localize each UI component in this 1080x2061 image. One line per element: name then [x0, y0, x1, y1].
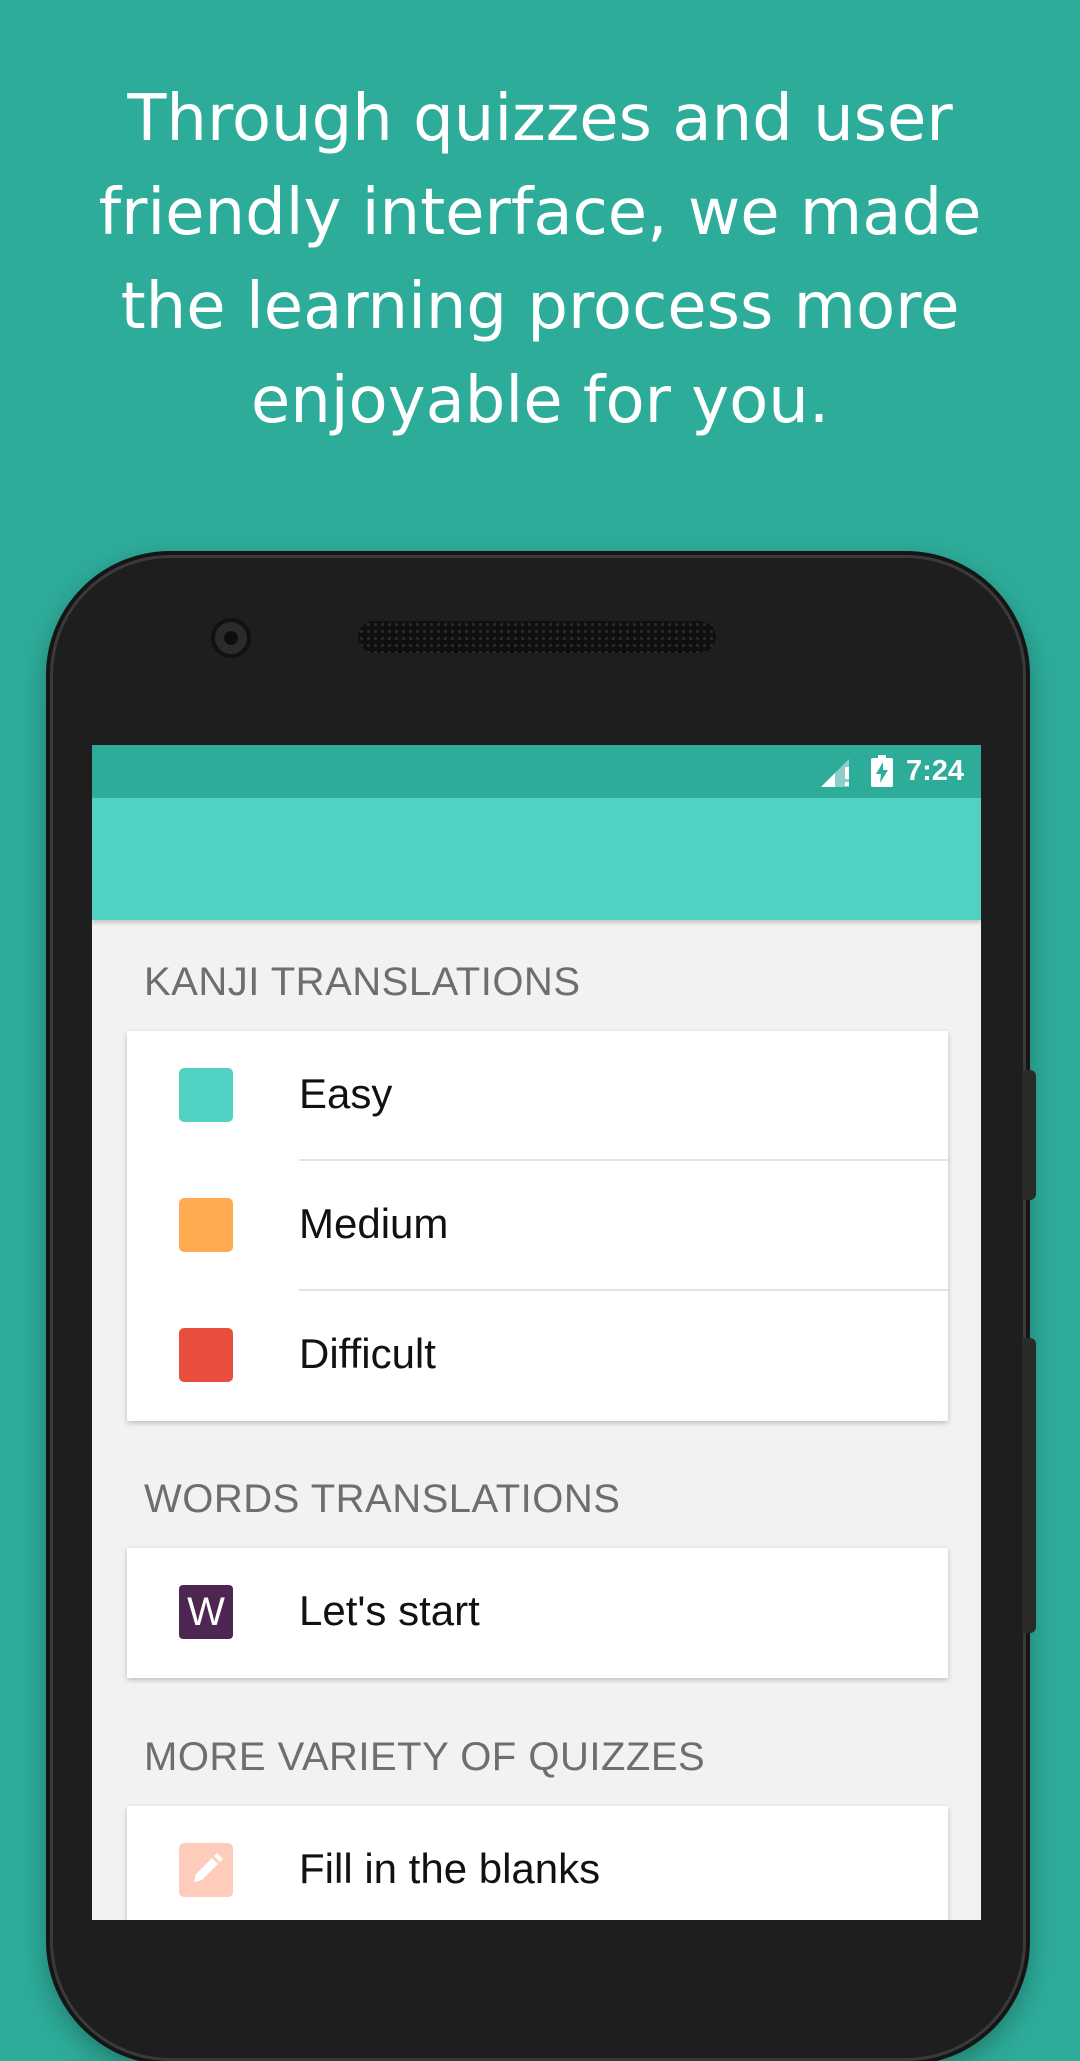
list-item-label: Difficult — [299, 1330, 436, 1377]
list-item-difficult[interactable]: Difficult — [127, 1291, 948, 1421]
status-time: 7:24 — [905, 755, 964, 787]
phone-side-button — [1022, 1070, 1036, 1200]
section-header-more-quizzes: MORE VARIETY OF QUIZZES — [144, 1735, 706, 1779]
words-card: W Let's start — [127, 1548, 948, 1678]
list-item-medium[interactable]: Medium — [127, 1161, 948, 1291]
difficult-level-color-icon — [179, 1328, 233, 1382]
promo-headline: Through quizzes and user friendly interf… — [98, 82, 982, 438]
earpiece-speaker — [358, 621, 716, 653]
app-toolbar — [92, 798, 981, 920]
kanji-levels-card: Easy Medium Difficult — [127, 1031, 948, 1421]
list-item-fill-blanks[interactable]: Fill in the blanks — [127, 1806, 948, 1920]
list-item-label: Let's start — [299, 1587, 480, 1634]
list-item-easy[interactable]: Easy — [127, 1031, 948, 1161]
section-header-words: WORDS TRANSLATIONS — [144, 1477, 621, 1521]
list-item-label: Easy — [299, 1070, 393, 1117]
battery-charging-icon — [871, 755, 893, 787]
pencil-icon — [179, 1843, 233, 1897]
more-quizzes-card: Fill in the blanks — [127, 1806, 948, 1920]
easy-level-color-icon — [179, 1068, 233, 1122]
section-header-kanji: KANJI TRANSLATIONS — [144, 960, 581, 1004]
list-item-lets-start[interactable]: W Let's start — [127, 1548, 948, 1678]
words-w-icon: W — [179, 1585, 233, 1639]
list-item-label: Medium — [299, 1200, 449, 1247]
medium-level-color-icon — [179, 1198, 233, 1252]
front-camera — [211, 618, 251, 658]
phone-volume-button — [1022, 1338, 1036, 1633]
list-item-label: Fill in the blanks — [299, 1845, 601, 1892]
phone-screen: 7:24 KANJI TRANSLATIONS Easy Medium Diff… — [92, 745, 981, 1920]
signal-icon — [821, 759, 849, 787]
status-bar: 7:24 — [92, 745, 981, 798]
